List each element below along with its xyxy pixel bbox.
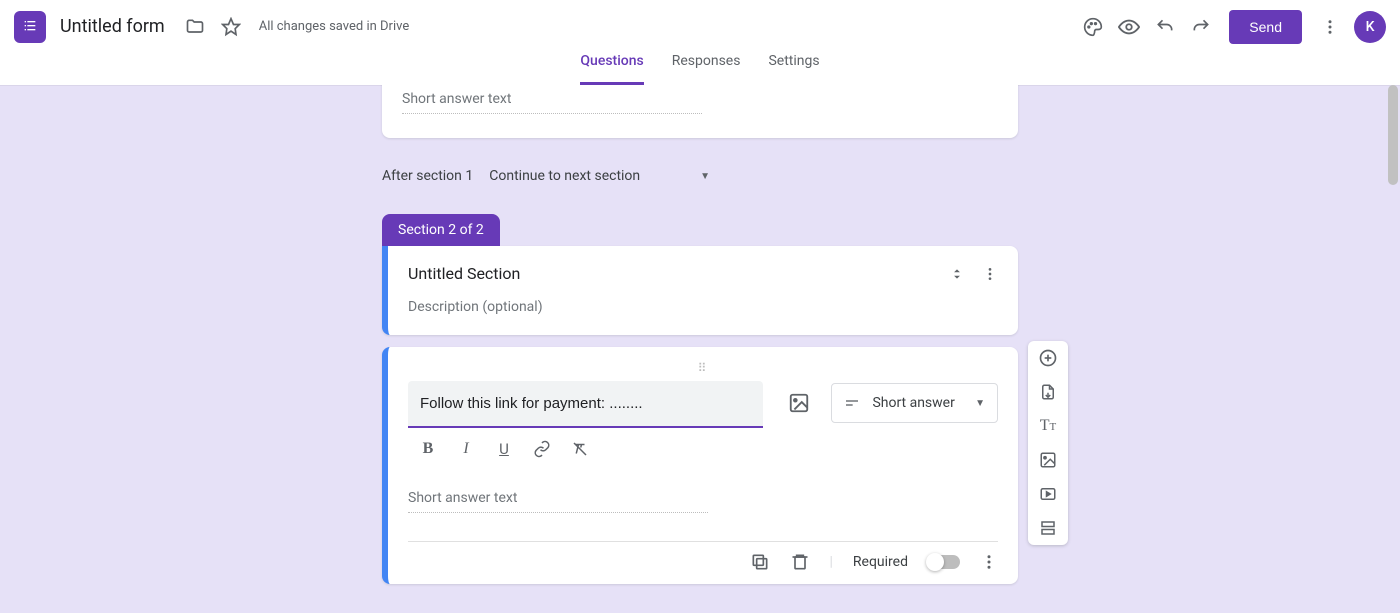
after-section-action: Continue to next section	[489, 168, 640, 184]
duplicate-icon[interactable]	[750, 552, 770, 572]
section-more-icon[interactable]	[982, 266, 998, 282]
import-questions-icon[interactable]	[1034, 381, 1062, 403]
drag-handle-icon[interactable]: ⠿	[408, 361, 998, 375]
top-bar: Untitled form All changes saved in Drive…	[0, 0, 1400, 53]
question-card-footer: | Required	[408, 541, 998, 572]
add-video-icon[interactable]	[1034, 483, 1062, 505]
section-header-card[interactable]: Untitled Section Description (optional)	[382, 246, 1018, 335]
palette-icon[interactable]	[1075, 9, 1111, 45]
underline-button[interactable]: U	[494, 440, 514, 462]
floating-toolbar: TT	[1028, 341, 1068, 545]
question-text-input[interactable]	[408, 381, 763, 428]
chevron-down-icon: ▼	[700, 171, 710, 182]
section-description[interactable]: Description (optional)	[408, 299, 998, 315]
short-answer-placeholder: Short answer text	[408, 488, 708, 513]
after-section-label: After section 1	[382, 168, 473, 184]
clear-format-button[interactable]	[570, 440, 590, 462]
tabs-row: Questions Responses Settings	[0, 53, 1400, 85]
form-canvas: Short answer text After section 1 Contin…	[0, 85, 1400, 613]
after-section-dropdown[interactable]: Continue to next section ▼	[489, 168, 710, 184]
short-answer-icon	[844, 395, 860, 411]
link-button[interactable]	[532, 440, 552, 462]
required-label: Required	[853, 554, 908, 570]
short-answer-placeholder: Short answer text	[402, 89, 702, 114]
vertical-scrollbar[interactable]	[1386, 85, 1400, 613]
delete-icon[interactable]	[790, 552, 810, 572]
question-card[interactable]: ⠿ B I U	[382, 347, 1018, 584]
app-header: Untitled form All changes saved in Drive…	[0, 0, 1400, 85]
chevron-down-icon: ▼	[975, 398, 985, 409]
send-button[interactable]: Send	[1229, 10, 1302, 44]
more-icon[interactable]	[1312, 9, 1348, 45]
star-icon[interactable]	[213, 9, 249, 45]
preview-icon[interactable]	[1111, 9, 1147, 45]
add-image-icon[interactable]	[1034, 449, 1062, 471]
collapse-icon[interactable]	[950, 266, 964, 282]
forms-logo-icon[interactable]	[14, 11, 46, 43]
italic-button[interactable]: I	[456, 440, 476, 462]
add-image-icon[interactable]	[783, 385, 815, 421]
undo-icon[interactable]	[1147, 9, 1183, 45]
form-title[interactable]: Untitled form	[60, 16, 165, 37]
question-more-icon[interactable]	[980, 553, 998, 571]
tab-questions[interactable]: Questions	[580, 53, 643, 85]
question-type-select[interactable]: Short answer ▼	[831, 383, 998, 423]
folder-icon[interactable]	[177, 9, 213, 45]
add-question-icon[interactable]	[1034, 347, 1062, 369]
previous-question-card[interactable]: Short answer text	[382, 85, 1018, 138]
section-pill: Section 2 of 2	[382, 214, 500, 246]
add-section-icon[interactable]	[1034, 517, 1062, 539]
scrollbar-thumb[interactable]	[1388, 85, 1398, 185]
bold-button[interactable]: B	[418, 440, 438, 462]
redo-icon[interactable]	[1183, 9, 1219, 45]
tab-responses[interactable]: Responses	[672, 53, 741, 85]
after-section-row: After section 1 Continue to next section…	[382, 150, 1018, 214]
save-status: All changes saved in Drive	[259, 19, 410, 34]
section-title[interactable]: Untitled Section	[408, 264, 950, 283]
tab-settings[interactable]: Settings	[768, 53, 819, 85]
format-toolbar: B I U	[408, 428, 763, 470]
question-type-label: Short answer	[872, 395, 963, 411]
required-toggle[interactable]	[928, 555, 960, 569]
add-title-icon[interactable]: TT	[1034, 415, 1062, 437]
avatar[interactable]: K	[1354, 11, 1386, 43]
